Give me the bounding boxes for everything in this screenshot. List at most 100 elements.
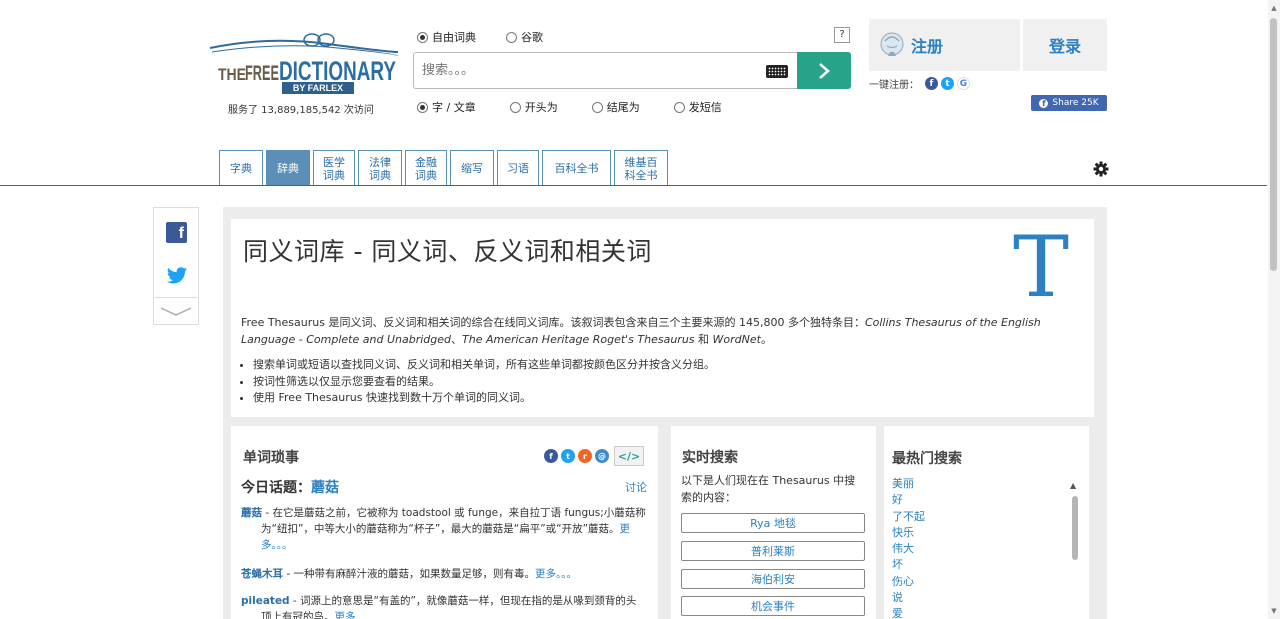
top-searches-heading: 最热门搜索	[892, 451, 962, 467]
live-search-subtitle: 以下是人们现在在 Thesaurus 中搜索的内容：	[681, 474, 856, 504]
radio-empty-icon	[673, 101, 685, 113]
discuss-link[interactable]: 讨论	[625, 479, 647, 495]
top-searches-panel: 最热门搜索 美丽 好 了不起 快乐 伟大 坏 伤心 说 爱 ▲	[884, 426, 1089, 619]
topic-of-day: 今日话题：蘑菇	[241, 480, 339, 496]
list-item[interactable]: 好	[892, 492, 925, 508]
mode-radio-group: 字 / 文章 开头为 结尾为 发短信	[417, 99, 742, 115]
chevron-right-icon	[819, 62, 830, 79]
trivia-entry: pileated - 词源上的意思是“有盖的”，就像蘑菇一样，但现在指的是从喙到…	[241, 593, 646, 619]
live-search-panel: 实时搜索 以下是人们现在在 Thesaurus 中搜索的内容： Rya 地毯 普…	[671, 426, 876, 619]
dictionary-tabs: 字典 辞典 医学 词典 法律 词典 金融 词典 缩写 习语 百科全书 维基百 科…	[219, 150, 671, 186]
login-button[interactable]: 登录	[1023, 19, 1107, 71]
one-click-register: 一键注册： f t G	[869, 76, 970, 91]
facebook-share-button[interactable]: f Share 25K	[1031, 95, 1107, 111]
help-button[interactable]: ?	[834, 27, 850, 43]
tab-financial[interactable]: 金融 词典	[405, 150, 447, 186]
list-item[interactable]: 伟大	[892, 541, 925, 557]
source-radio-group: 自由词典 谷歌	[417, 29, 563, 45]
svg-text:DICTIONARY: DICTIONARY	[279, 56, 396, 86]
page-title: 同义词库 - 同义词、反义词和相关词	[243, 237, 652, 266]
chevron-down-icon	[160, 306, 192, 316]
social-share-sidebar: f	[153, 207, 199, 325]
google-icon[interactable]: G	[957, 77, 970, 90]
intro-bullets: 搜索单词或短语以查找同义词、反义词和相关单词，所有这些单词都按颜色区分并按含义分…	[253, 357, 715, 407]
list-item[interactable]: 伤心	[892, 574, 925, 590]
tab-idioms[interactable]: 习语	[497, 150, 539, 186]
topic-word-link[interactable]: 蘑菇	[311, 480, 339, 496]
search-input[interactable]	[414, 53, 744, 88]
tab-medical[interactable]: 医学 词典	[313, 150, 355, 186]
tab-encyclopedia[interactable]: 百科全书	[542, 150, 611, 186]
mail-icon[interactable]: @	[595, 449, 609, 463]
facebook-icon[interactable]: f	[166, 222, 187, 243]
tab-divider	[0, 185, 1267, 186]
mode-radio-ends-with[interactable]: 结尾为	[591, 99, 640, 115]
tab-wikipedia[interactable]: 维基百 科全书	[614, 150, 668, 186]
list-item[interactable]: 快乐	[892, 525, 925, 541]
page-scrollbar-thumb[interactable]	[1270, 18, 1277, 271]
keyboard-icon[interactable]	[766, 65, 788, 78]
search-box	[413, 52, 798, 89]
list-scrollbar-thumb[interactable]	[1072, 496, 1078, 560]
trivia-share-tools: f t r @ </>	[544, 446, 644, 466]
tab-acronyms[interactable]: 缩写	[450, 150, 494, 186]
thesaurus-logo-letter: T	[1013, 218, 1070, 316]
radio-empty-icon	[591, 101, 603, 113]
radio-selected-icon	[417, 101, 428, 113]
radio-empty-icon	[509, 101, 521, 113]
more-share-button[interactable]	[154, 297, 198, 325]
radio-selected-icon	[417, 31, 428, 43]
trivia-entry: 苍蝇木耳 - 一种带有麻醉汁液的蘑菇，如果数量足够，则有毒。更多。。。	[241, 568, 577, 580]
list-item[interactable]: 了不起	[892, 509, 925, 525]
tab-dictionary[interactable]: 字典	[219, 150, 263, 186]
facebook-icon[interactable]: f	[544, 449, 558, 463]
twitter-icon[interactable]: t	[561, 449, 575, 463]
source-radio-google[interactable]: 谷歌	[506, 29, 543, 45]
radio-empty-icon	[506, 31, 517, 43]
more-link[interactable]: 更多。。。	[535, 568, 577, 580]
facebook-icon[interactable]: f	[925, 77, 938, 90]
twitter-icon[interactable]	[166, 266, 188, 286]
scroll-up-icon[interactable]: ▲	[1070, 481, 1076, 490]
rss-icon[interactable]: r	[578, 449, 592, 463]
word-trivia-panel: 单词琐事 f t r @ </> 今日话题：蘑菇 讨论 蘑菇 - 在它是蘑菇之前…	[231, 426, 658, 619]
twitter-icon[interactable]: t	[941, 77, 954, 90]
mode-radio-word[interactable]: 字 / 文章	[417, 99, 476, 115]
list-item: 按词性筛选以仅显示您要查看的结果。	[253, 374, 715, 391]
tab-legal[interactable]: 法律 词典	[358, 150, 402, 186]
term-link[interactable]: pileated	[241, 595, 290, 607]
embed-button[interactable]: </>	[614, 446, 644, 466]
list-item[interactable]: 坏	[892, 557, 925, 573]
register-button[interactable]: 注册	[869, 19, 1020, 71]
user-head-icon	[880, 32, 904, 56]
mode-radio-starts-with[interactable]: 开头为	[509, 99, 558, 115]
list-item[interactable]: 爱	[892, 606, 925, 619]
more-link[interactable]: 更多	[335, 611, 356, 619]
live-search-item[interactable]: 机会事件	[681, 596, 865, 616]
list-item[interactable]: 美丽	[892, 476, 925, 492]
gear-icon[interactable]	[1093, 161, 1109, 177]
mode-radio-text[interactable]: 发短信	[673, 99, 722, 115]
svg-text:BY FARLEX: BY FARLEX	[293, 83, 343, 93]
search-button[interactable]	[797, 52, 851, 89]
live-search-item[interactable]: 普利莱斯	[681, 541, 865, 561]
term-link[interactable]: 蘑菇	[241, 507, 262, 519]
live-search-item[interactable]: Rya 地毯	[681, 513, 865, 533]
scroll-up-icon[interactable]: ▲	[1270, 4, 1278, 12]
visit-counter: 服务了 13,889,185,542 次访问	[228, 105, 374, 116]
term-link[interactable]: 苍蝇木耳	[241, 568, 283, 580]
list-item[interactable]: 说	[892, 590, 925, 606]
thefreedictionary-logo[interactable]: THE FREE DICTIONARY BY FARLEX	[208, 32, 400, 94]
thesaurus-intro: 同义词库 - 同义词、反义词和相关词 T Free Thesaurus 是同义词…	[231, 219, 1094, 417]
source-radio-tfd[interactable]: 自由词典	[417, 29, 476, 45]
svg-text:FREE: FREE	[245, 62, 279, 85]
list-item: 搜索单词或短语以查找同义词、反义词和相关单词，所有这些单词都按颜色区分并按含义分…	[253, 357, 715, 374]
trivia-entry: 蘑菇 - 在它是蘑菇之前，它被称为 toadstool 或 funge，来自拉丁…	[241, 507, 646, 551]
scroll-down-icon[interactable]: ▼	[1270, 607, 1278, 615]
svg-text:THE: THE	[218, 65, 246, 84]
facebook-icon: f	[1039, 98, 1049, 108]
live-search-item[interactable]: 海伯利安	[681, 569, 865, 589]
word-trivia-heading: 单词琐事	[243, 450, 299, 466]
intro-description: Free Thesaurus 是同义词、反义词和相关词的综合在线同义词库。该叙词…	[241, 316, 1041, 346]
tab-thesaurus[interactable]: 辞典	[266, 150, 310, 186]
